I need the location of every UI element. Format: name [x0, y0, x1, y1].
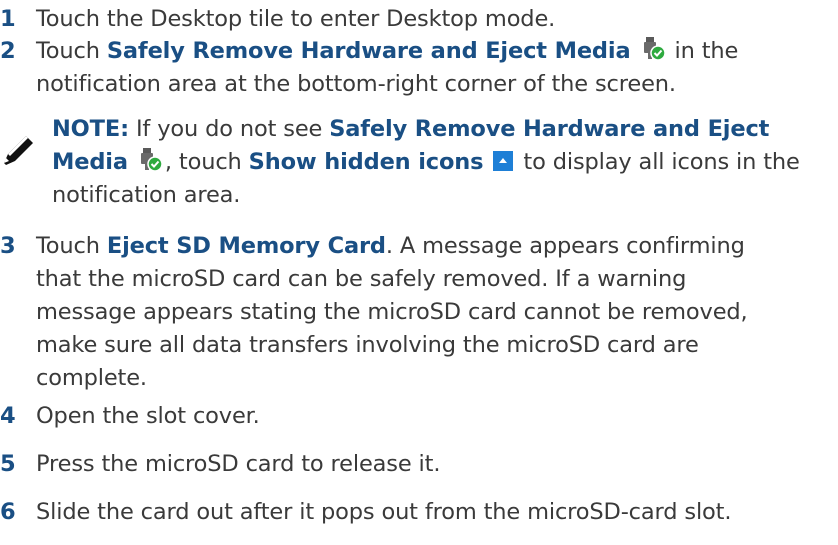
ui-term: Safely Remove Hardware and Eject	[329, 116, 770, 142]
step-text-line: message appears stating the microSD card…	[36, 299, 748, 325]
note-text-segment: If you do not see	[128, 116, 330, 142]
step-text: Press the microSD card to release it.	[36, 448, 836, 481]
ui-term: Eject SD Memory Card	[106, 233, 386, 259]
usb-safely-remove-icon	[643, 37, 666, 61]
step-text-line: Slide the card out after it pops out fro…	[36, 499, 732, 525]
step-number: 3	[0, 233, 16, 259]
step-number: 6	[0, 499, 16, 525]
ui-term: Show hidden icons	[248, 149, 484, 175]
note-text-line: notification area.	[52, 182, 241, 208]
step-text-line: Touch the Desktop tile to enter Desktop …	[36, 6, 556, 32]
step-text-segment: in the	[674, 38, 739, 64]
pencil-icon	[4, 136, 33, 165]
ui-term: Safely Remove Hardware and Eject Media	[106, 38, 631, 64]
step-text-line: notification area at the bottom-right co…	[36, 71, 676, 97]
step-text: Slide the card out after it pops out fro…	[36, 496, 836, 529]
step-number: 4	[0, 403, 16, 429]
step-text: Touch the Desktop tile to enter Desktop …	[36, 3, 836, 36]
show-hidden-icons-icon	[493, 151, 514, 171]
step-text-line: that the microSD card can be safely remo…	[36, 266, 687, 292]
step-text-line: make sure all data transfers involving t…	[36, 332, 699, 358]
note-text: NOTE: If you do not see Safely Remove Ha…	[52, 113, 838, 212]
usb-safely-remove-icon	[140, 148, 163, 172]
step-text: Open the slot cover.	[36, 400, 836, 433]
step-text-segment: . A message appears confirming	[385, 233, 745, 259]
step-text-line: Open the slot cover.	[36, 403, 260, 429]
step-text: Touch Eject SD Memory Card. A message ap…	[36, 230, 836, 395]
step-number: 5	[0, 451, 16, 477]
step-text-segment: Touch	[36, 233, 107, 259]
step-text-segment: Touch	[36, 38, 107, 64]
document-page: 1 Touch the Desktop tile to enter Deskto…	[0, 0, 838, 545]
step-number: 2	[0, 38, 16, 64]
step-text: Touch Safely Remove Hardware and Eject M…	[36, 35, 836, 101]
note-label: NOTE:	[52, 116, 129, 142]
note-text-segment: to display all icons in the	[516, 149, 800, 175]
step-text-line: complete.	[36, 365, 147, 391]
step-text-line: Press the microSD card to release it.	[36, 451, 441, 477]
note-text-segment: , touch	[164, 149, 249, 175]
ui-term: Media	[52, 149, 128, 175]
step-number: 1	[0, 6, 16, 32]
